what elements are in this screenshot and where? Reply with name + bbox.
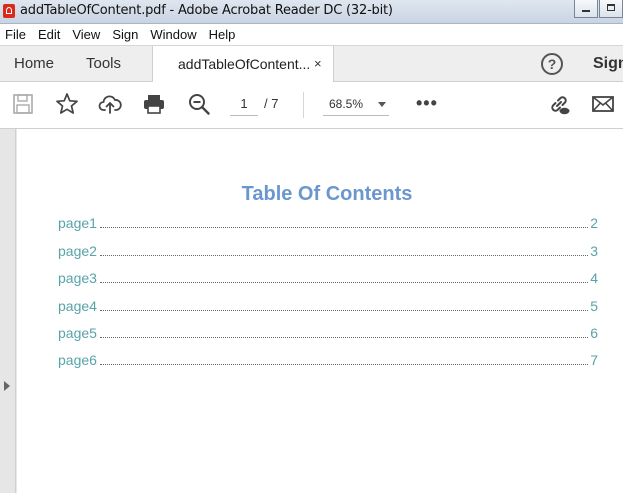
toc-entry[interactable]: page6 7 <box>58 341 598 368</box>
sign-in-button[interactable]: Sign <box>593 46 623 82</box>
toc-entry[interactable]: page2 3 <box>58 231 598 259</box>
title-bar: addTableOfContent.pdf - Adobe Acrobat Re… <box>0 0 623 24</box>
toc-entry[interactable]: page3 4 <box>58 259 598 286</box>
table-of-contents: page1 2 page2 3 page3 4 page4 5 page5 6 … <box>58 204 598 368</box>
toc-leader <box>99 309 589 311</box>
toc-entry[interactable]: page1 2 <box>58 204 598 231</box>
toc-title: Table Of Contents <box>241 183 413 205</box>
toc-entry-label: page1 <box>58 215 97 232</box>
toc-leader <box>99 336 589 338</box>
toc-leader <box>99 281 589 284</box>
minimize-button[interactable] <box>574 0 598 18</box>
toc-leader <box>99 254 589 256</box>
tab-home[interactable]: Home <box>14 46 54 82</box>
page-total: / 7 <box>264 96 279 111</box>
tab-tools[interactable]: Tools <box>86 46 121 82</box>
toc-entry-page: 7 <box>590 352 598 369</box>
menu-bar: File Edit View Sign Window Help <box>0 24 623 45</box>
tab-document-label: addTableOfContent... <box>178 56 311 72</box>
zoom-dropdown[interactable]: 68.5% <box>323 93 389 116</box>
toc-entry-page: 2 <box>590 215 598 232</box>
toc-entry-page: 5 <box>590 297 598 314</box>
toolbar: 1 / 7 68.5% ••• <box>0 82 623 129</box>
window-controls <box>573 0 623 20</box>
toc-entry[interactable]: page4 5 <box>58 286 598 314</box>
maximize-button[interactable] <box>599 0 623 18</box>
menu-file[interactable]: File <box>0 24 32 45</box>
menu-help[interactable]: Help <box>203 24 242 45</box>
menu-window[interactable]: Window <box>144 24 202 45</box>
menu-view[interactable]: View <box>66 24 106 45</box>
help-icon[interactable]: ? <box>541 53 563 75</box>
navigation-pane <box>0 129 16 493</box>
share-link-icon[interactable] <box>547 92 571 116</box>
tab-bar: Home Tools addTableOfContent... × ? Sign <box>0 45 623 83</box>
toc-entry-label: page5 <box>58 324 97 341</box>
chevron-down-icon <box>378 102 386 107</box>
toc-entry-page: 3 <box>590 242 598 259</box>
window-title: addTableOfContent.pdf - Adobe Acrobat Re… <box>20 3 393 18</box>
toc-leader <box>99 226 589 229</box>
email-icon[interactable] <box>591 92 615 116</box>
document-page: Table Of Contents page1 2 page2 3 page3 … <box>17 129 623 493</box>
menu-sign[interactable]: Sign <box>106 24 144 45</box>
menu-edit[interactable]: Edit <box>32 24 66 45</box>
toc-entry-label: page3 <box>58 270 97 287</box>
toolbar-divider <box>303 92 304 118</box>
toc-entry-page: 6 <box>590 324 598 341</box>
toc-entry[interactable]: page5 6 <box>58 314 598 341</box>
print-icon[interactable] <box>142 92 166 116</box>
bookmark-star-icon[interactable] <box>55 92 79 116</box>
expand-pane-icon[interactable] <box>4 381 10 391</box>
toc-entry-page: 4 <box>590 270 598 287</box>
upload-cloud-icon[interactable] <box>98 92 122 116</box>
page-number-input[interactable]: 1 <box>230 93 258 116</box>
toc-entry-label: page6 <box>58 352 97 369</box>
toc-leader <box>99 363 589 366</box>
more-tools-icon[interactable]: ••• <box>416 94 438 112</box>
tab-document[interactable]: addTableOfContent... × <box>152 46 334 83</box>
toc-entry-label: page2 <box>58 242 97 259</box>
save-icon[interactable] <box>11 92 35 116</box>
zoom-out-icon[interactable] <box>187 92 211 116</box>
zoom-value: 68.5% <box>329 97 364 111</box>
acrobat-app-icon <box>3 4 15 18</box>
toc-entry-label: page4 <box>58 297 97 314</box>
close-tab-icon[interactable]: × <box>314 46 322 82</box>
